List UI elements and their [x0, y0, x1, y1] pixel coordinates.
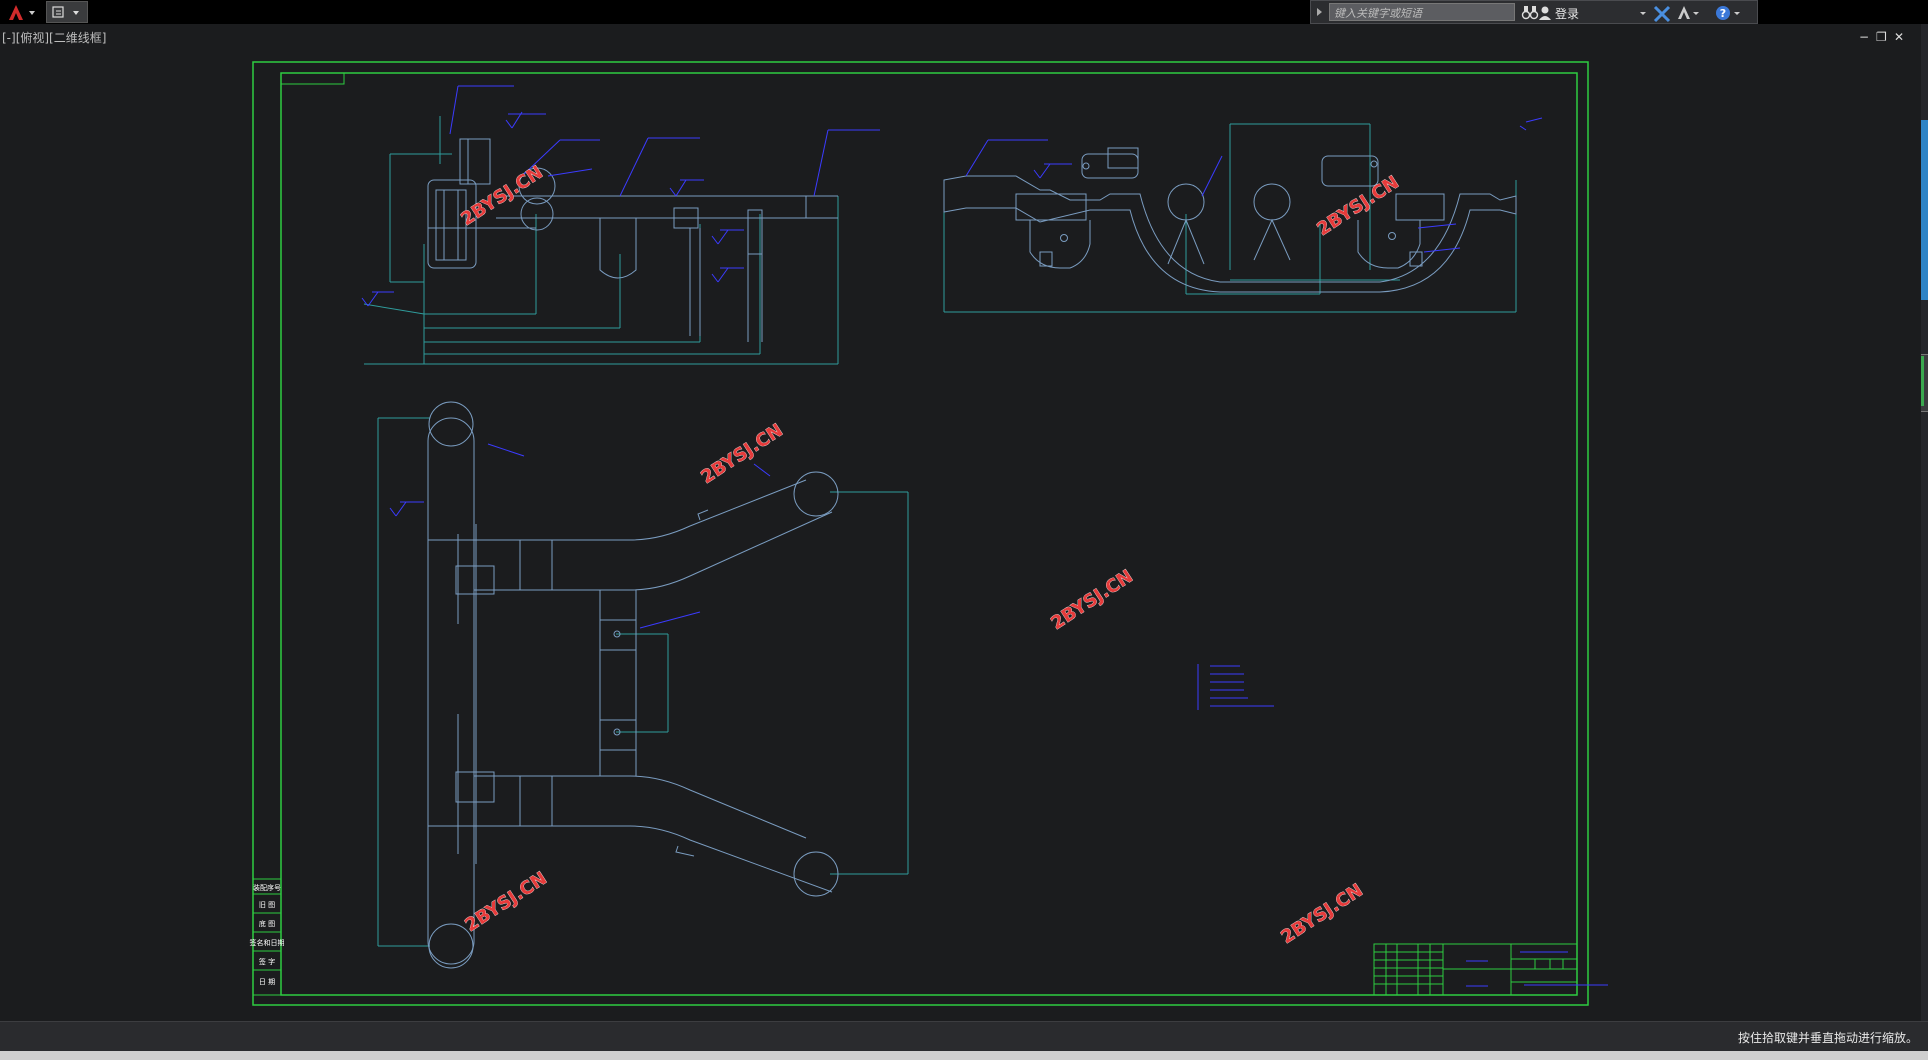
model-space[interactable]: 装配序号 旧 图 底 图 签名和日期 签 字 日 期 2BYSJ.CN 2BYS… [0, 24, 1921, 1020]
right-edge-panel [1921, 24, 1928, 1024]
login-button[interactable]: 登录 [1555, 5, 1579, 22]
watermark-6: 2BYSJ.CN [1277, 880, 1366, 948]
search-input[interactable]: 键入关键字或短语 [1329, 3, 1515, 21]
scroll-indicator-blue[interactable] [1921, 120, 1928, 300]
front-view [361, 85, 880, 365]
user-icon [1539, 6, 1551, 20]
drawing-number-box [280, 72, 345, 85]
exchange-apps-icon[interactable] [1651, 3, 1673, 23]
watermark-5: 2BYSJ.CN [461, 868, 550, 936]
side-view [943, 117, 1543, 313]
plan-view [377, 401, 909, 969]
expand-arrow-icon[interactable] [1313, 1, 1327, 23]
quick-access-toolbar[interactable] [46, 1, 88, 23]
application-menu-button[interactable] [2, 1, 42, 23]
col-label-3: 底 图 [259, 919, 275, 928]
col-label-4: 签名和日期 [250, 938, 285, 947]
sheet-outer-border [252, 61, 1589, 1006]
green-marker [1921, 356, 1924, 406]
col-label-5: 签 字 [259, 957, 275, 966]
autocad-logo-icon [9, 5, 35, 20]
autodesk-a360-icon[interactable] [1675, 3, 1701, 23]
col-label-2: 旧 图 [259, 901, 275, 909]
col-label-1: 装配序号 [253, 883, 281, 892]
svg-text:?: ? [1720, 7, 1726, 20]
window-bottom-edge [0, 1051, 1928, 1060]
title-bar: 键入关键字或短语 登录 ? [0, 0, 1928, 24]
title-block [1373, 943, 1608, 996]
watermark-4: 2BYSJ.CN [1047, 566, 1136, 634]
col-label-6: 日 期 [259, 978, 275, 986]
watermark-2: 2BYSJ.CN [697, 420, 786, 488]
left-signature-column: 装配序号 旧 图 底 图 签名和日期 签 字 日 期 [250, 878, 285, 996]
login-dropdown-icon[interactable] [1639, 3, 1649, 23]
technical-notes [1197, 664, 1274, 710]
status-message: 按住拾取键并垂直拖动进行缩放。 [1737, 1031, 1918, 1045]
infocenter-bar: 键入关键字或短语 登录 ? [1310, 0, 1758, 24]
workspace-switch-icon [52, 6, 79, 18]
help-icon[interactable]: ? [1713, 3, 1743, 23]
status-bar: 按住拾取键并垂直拖动进行缩放。 [0, 1021, 1928, 1052]
